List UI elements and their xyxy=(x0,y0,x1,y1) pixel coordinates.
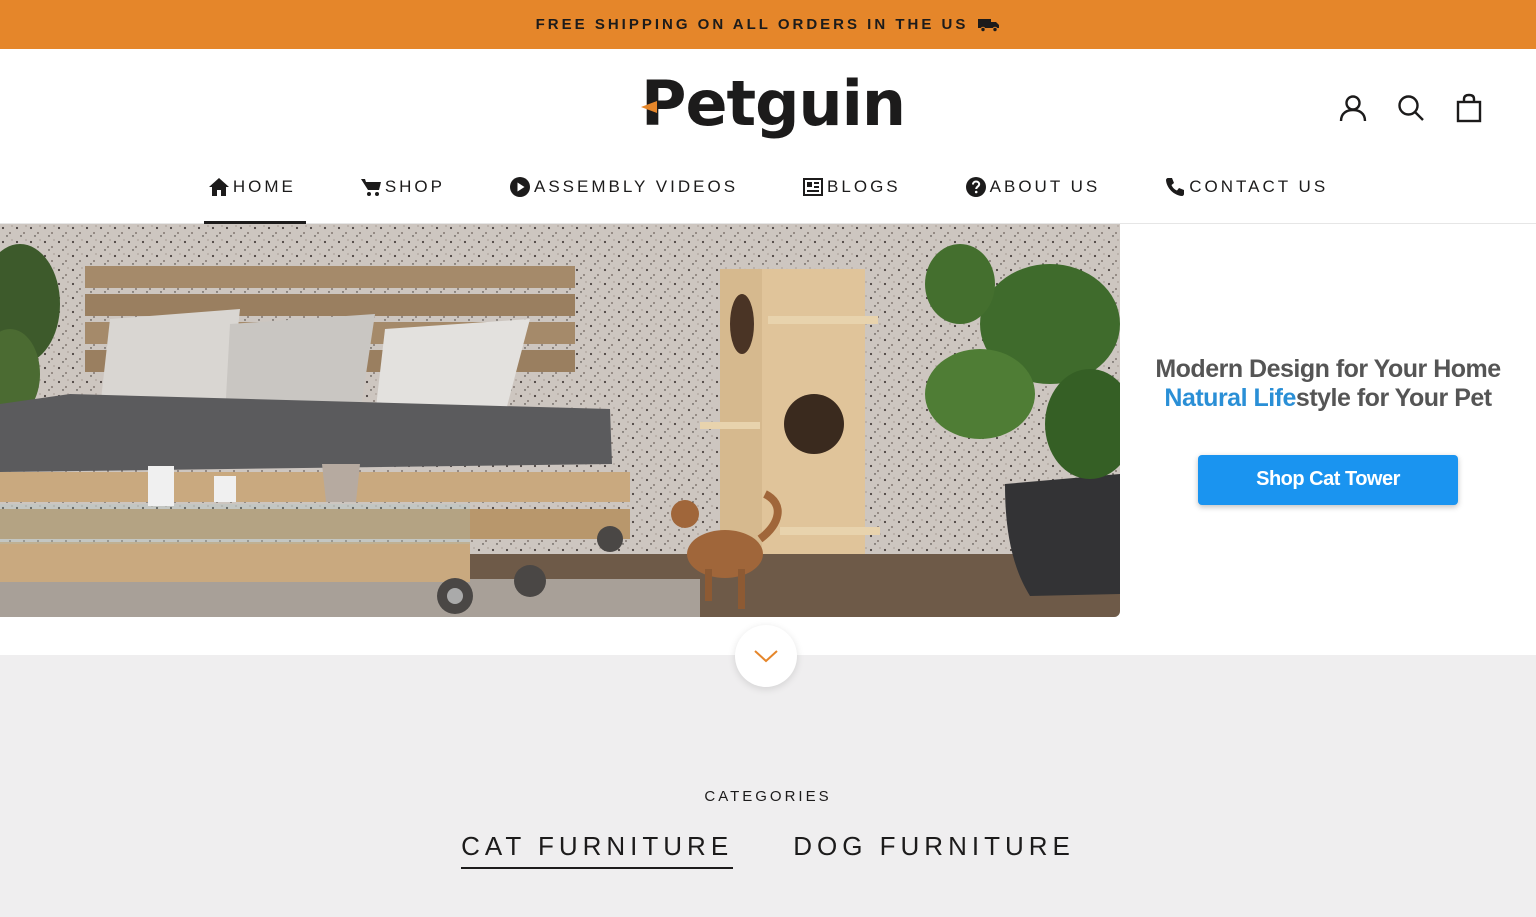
hero-illustration xyxy=(0,224,1120,617)
nav-label-home: HOME xyxy=(232,177,296,196)
hero-subheadline: Natural Lifestyle for Your Pet xyxy=(1164,383,1492,413)
hero-subheadline-rest: style for Your Pet xyxy=(1295,383,1492,412)
play-icon xyxy=(510,177,530,197)
scroll-down-button[interactable] xyxy=(735,625,797,687)
hero-headline: Modern Design for Your Home xyxy=(1155,354,1501,383)
hero-section: Modern Design for Your Home Natural Life… xyxy=(0,224,1536,655)
nav-item-blogs[interactable]: BLOGS xyxy=(798,167,905,207)
penguin-beak-icon xyxy=(641,101,657,113)
header-actions xyxy=(1338,93,1484,123)
nav-label-assembly-videos: ASSEMBLY VIDEOS xyxy=(534,177,739,196)
account-icon[interactable] xyxy=(1338,93,1368,123)
announcement-bar: FREE SHIPPING ON ALL ORDERS IN THE US xyxy=(0,0,1536,49)
nav-item-home[interactable]: HOME xyxy=(203,167,306,224)
announcement-text: FREE SHIPPING ON ALL ORDERS IN THE US xyxy=(535,16,969,33)
question-icon xyxy=(965,177,986,197)
logo-text: Petguin xyxy=(641,67,906,140)
nav-item-shop[interactable]: SHOP xyxy=(356,167,449,207)
nav-item-contact-us[interactable]: CONTACT US xyxy=(1160,167,1332,207)
cart-icon[interactable] xyxy=(1454,93,1484,123)
truck-icon xyxy=(978,18,1000,32)
categories-section: CATEGORIES CAT FURNITURE DOG FURNITURE xyxy=(0,655,1536,917)
newspaper-icon xyxy=(803,178,824,196)
tab-dog-furniture[interactable]: DOG FURNITURE xyxy=(793,831,1075,869)
hero-image[interactable] xyxy=(0,224,1120,617)
tab-cat-furniture[interactable]: CAT FURNITURE xyxy=(461,831,734,869)
shopping-cart-icon xyxy=(360,179,381,196)
nav-item-assembly-videos[interactable]: ASSEMBLY VIDEOS xyxy=(505,167,742,207)
nav-label-contact-us: CONTACT US xyxy=(1189,177,1329,196)
category-tabs: CAT FURNITURE DOG FURNITURE xyxy=(0,831,1536,869)
chevron-down-icon xyxy=(754,650,778,663)
categories-heading: CATEGORIES xyxy=(704,788,832,805)
site-header: Petguin HOME SHOP ASSEMBLY VIDEOS BLOGS … xyxy=(0,49,1536,224)
home-icon xyxy=(208,178,229,196)
nav-item-about-us[interactable]: ABOUT US xyxy=(961,167,1105,207)
nav-label-blogs: BLOGS xyxy=(827,177,901,196)
search-icon[interactable] xyxy=(1396,93,1426,123)
nav-label-shop: SHOP xyxy=(384,177,445,196)
main-nav: HOME SHOP ASSEMBLY VIDEOS BLOGS ABOUT US… xyxy=(0,167,1536,224)
nav-label-about-us: ABOUT US xyxy=(989,177,1101,196)
hero-promo: Modern Design for Your Home Natural Life… xyxy=(1120,224,1536,617)
phone-icon xyxy=(1166,178,1185,196)
shop-cat-tower-button[interactable]: Shop Cat Tower xyxy=(1198,454,1458,505)
logo[interactable]: Petguin xyxy=(641,67,906,147)
hero-subheadline-highlight: Natural Life xyxy=(1164,383,1296,412)
